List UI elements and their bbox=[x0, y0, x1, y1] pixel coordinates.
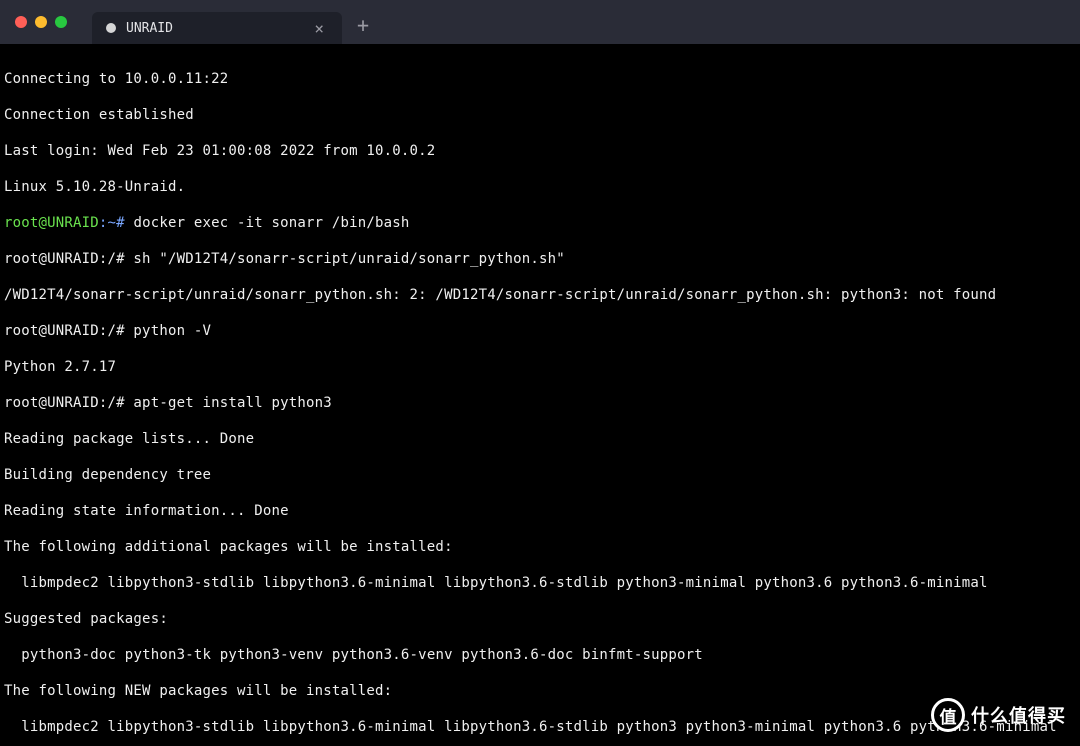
window-titlebar: UNRAID × + bbox=[0, 0, 1080, 44]
terminal-tab[interactable]: UNRAID × bbox=[92, 12, 342, 44]
prompt-user: root@UNRAID bbox=[4, 215, 99, 231]
term-line: python3-doc python3-tk python3-venv pyth… bbox=[4, 646, 1076, 664]
term-line: libmpdec2 libpython3-stdlib libpython3.6… bbox=[4, 574, 1076, 592]
term-line: Reading package lists... Done bbox=[4, 430, 1076, 448]
close-tab-icon[interactable]: × bbox=[310, 19, 328, 38]
watermark: 值 什么值得买 bbox=[931, 698, 1066, 732]
term-line: Suggested packages: bbox=[4, 610, 1076, 628]
term-line: Connection established bbox=[4, 106, 1076, 124]
watermark-icon: 值 bbox=[931, 698, 965, 732]
term-prompt-line: root@UNRAID:~# docker exec -it sonarr /b… bbox=[4, 214, 1076, 232]
window-controls bbox=[15, 16, 67, 28]
prompt-path: :~# bbox=[99, 215, 125, 231]
term-line: /WD12T4/sonarr-script/unraid/sonarr_pyth… bbox=[4, 286, 1076, 304]
term-line: Connecting to 10.0.0.11:22 bbox=[4, 70, 1076, 88]
term-line: Python 2.7.17 bbox=[4, 358, 1076, 376]
tab-title: UNRAID bbox=[126, 21, 300, 36]
minimize-window-icon[interactable] bbox=[35, 16, 47, 28]
term-line: Last login: Wed Feb 23 01:00:08 2022 fro… bbox=[4, 142, 1076, 160]
maximize-window-icon[interactable] bbox=[55, 16, 67, 28]
term-line: Building dependency tree bbox=[4, 466, 1076, 484]
tab-status-icon bbox=[106, 23, 116, 33]
close-window-icon[interactable] bbox=[15, 16, 27, 28]
term-line: Reading state information... Done bbox=[4, 502, 1076, 520]
term-line: root@UNRAID:/# python -V bbox=[4, 322, 1076, 340]
term-line: The following additional packages will b… bbox=[4, 538, 1076, 556]
prompt-cmd: docker exec -it sonarr /bin/bash bbox=[125, 215, 410, 231]
term-line: The following NEW packages will be insta… bbox=[4, 682, 1076, 700]
term-line: root@UNRAID:/# apt-get install python3 bbox=[4, 394, 1076, 412]
watermark-text: 什么值得买 bbox=[971, 702, 1066, 728]
term-line: root@UNRAID:/# sh "/WD12T4/sonarr-script… bbox=[4, 250, 1076, 268]
term-line: libmpdec2 libpython3-stdlib libpython3.6… bbox=[4, 718, 1076, 736]
terminal-viewport[interactable]: Connecting to 10.0.0.11:22 Connection es… bbox=[0, 44, 1080, 746]
term-line: Linux 5.10.28-Unraid. bbox=[4, 178, 1076, 196]
new-tab-button[interactable]: + bbox=[357, 13, 369, 37]
